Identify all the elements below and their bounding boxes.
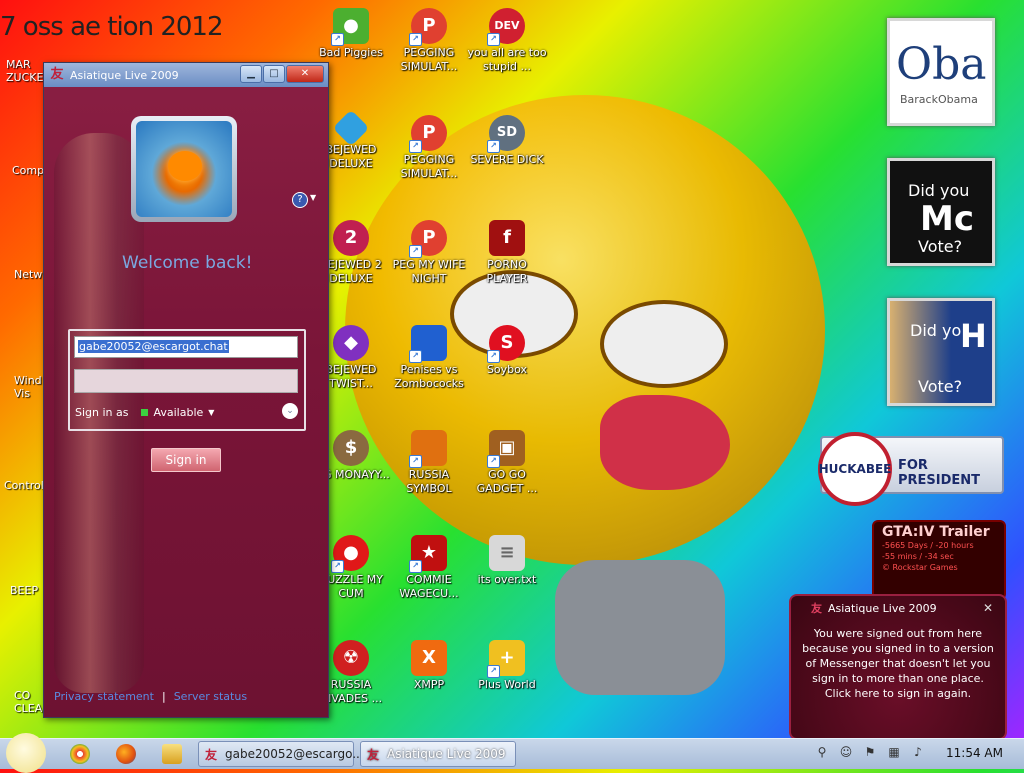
briefcase-icon: ▣ ↗ bbox=[487, 430, 525, 468]
window-titlebar[interactable]: 友 Asiatique Live 2009 ▁ □ ✕ bbox=[44, 63, 328, 87]
minimize-button[interactable]: ▁ bbox=[240, 65, 262, 83]
desktop-icon[interactable]: + ↗ Plus World bbox=[466, 640, 548, 692]
gadget-huckabee[interactable]: HUCKABEE FOR PRESIDENT bbox=[818, 432, 1004, 506]
s-logo-icon: S ↗ bbox=[487, 325, 525, 363]
signout-notification[interactable]: 友 Asiatique Live 2009 ✕ You were signed … bbox=[789, 594, 1007, 740]
xampp-icon: X bbox=[411, 640, 447, 676]
window-title: Asiatique Live 2009 bbox=[70, 68, 179, 82]
chevron-down-icon: ▼ bbox=[208, 408, 215, 417]
notification-title: Asiatique Live 2009 bbox=[828, 601, 937, 615]
volume-icon[interactable]: ♪ bbox=[911, 745, 925, 759]
expand-options-button[interactable]: ⌄ bbox=[282, 403, 298, 419]
chrome-icon[interactable] bbox=[70, 744, 90, 764]
orange-figure-icon: ↗ bbox=[409, 430, 447, 468]
messenger-app-icon: 友 bbox=[811, 602, 822, 615]
desktop-icon-partial[interactable]: MAR ZUCKER bbox=[6, 58, 51, 84]
desktop-icon-partial[interactable]: BEEP bbox=[10, 584, 38, 597]
close-button[interactable]: ✕ bbox=[286, 65, 324, 83]
close-icon[interactable]: ✕ bbox=[983, 601, 993, 615]
taskbar: 友 gabe20052@escargo... 友 Asiatique Live 20… bbox=[0, 733, 1024, 773]
commie-emblem-icon: ★ ↗ bbox=[409, 535, 447, 573]
window-footer: Privacy statement | Server status bbox=[54, 690, 248, 703]
desktop-icon[interactable]: SD ↗ SEVERE DICK bbox=[466, 115, 548, 167]
avatar[interactable] bbox=[131, 116, 237, 222]
blue-book-icon: ↗ bbox=[409, 325, 447, 363]
wallpaper-mascot-tongue bbox=[600, 395, 730, 490]
system-tray: ⚲ ☺ ⚑ ▦ ♪ bbox=[815, 745, 935, 759]
huckabee-seal: HUCKABEE bbox=[818, 432, 892, 506]
desktop-icon[interactable]: ↗ Penises vs Zombococks bbox=[388, 325, 470, 391]
chevron-down-icon[interactable]: ▼ bbox=[310, 193, 316, 202]
desktop-icon[interactable]: DEV ↗ you all are too stupid ... bbox=[466, 8, 548, 74]
desktop-icon[interactable]: f PORNO PLAYER bbox=[466, 220, 548, 286]
desktop-icon[interactable]: P ↗ PEG MY WIFE NIGHT bbox=[388, 220, 470, 286]
desktop-icon-partial[interactable]: Netw bbox=[14, 268, 42, 281]
dev-cpp-icon: DEV ↗ bbox=[487, 8, 525, 46]
gadget-hillary[interactable]: Did yo H Vote? bbox=[887, 298, 995, 406]
privacy-statement-link[interactable]: Privacy statement bbox=[54, 690, 154, 703]
welcome-text: Welcome back! bbox=[122, 253, 253, 273]
wallpaper-mascot-shoe bbox=[555, 560, 725, 695]
taskbar-task[interactable]: 友 Asiatique Live 2009 bbox=[360, 741, 516, 767]
available-status-icon bbox=[140, 409, 148, 416]
diamond-icon bbox=[332, 109, 370, 147]
messenger-app-icon: 友 bbox=[367, 747, 380, 762]
messenger-app-icon: 友 bbox=[205, 747, 218, 762]
folder-icon[interactable] bbox=[162, 744, 182, 764]
desktop-icon[interactable]: X XMPP bbox=[388, 640, 470, 692]
clock[interactable]: 11:54 AM bbox=[946, 746, 1003, 760]
start-button[interactable] bbox=[6, 733, 46, 773]
pig-icon: ● ↗ bbox=[331, 8, 369, 46]
desktop-icon[interactable]: ● ↗ Bad Piggies bbox=[310, 8, 392, 60]
messenger-app-icon: 友 bbox=[50, 67, 64, 82]
desktop-icon-partial[interactable]: Wind Vis bbox=[14, 374, 42, 400]
desktop-icon[interactable]: ★ ↗ COMMIE WAGECU... bbox=[388, 535, 470, 601]
help-icon[interactable]: ? bbox=[292, 192, 308, 208]
text-file-icon: ≡ bbox=[489, 535, 525, 571]
status-selector[interactable]: Sign in as Available ▼ bbox=[75, 406, 214, 419]
emoji-icon[interactable]: ☺ bbox=[839, 745, 853, 759]
desktop-icon-partial[interactable]: Comp bbox=[12, 164, 44, 177]
server-status-link[interactable]: Server status bbox=[174, 690, 247, 703]
bejewed2-icon: 2 bbox=[333, 220, 369, 256]
network-icon[interactable]: ▦ bbox=[887, 745, 901, 759]
money-bag-icon: $ bbox=[333, 430, 369, 466]
p-logo-icon: P ↗ bbox=[409, 115, 447, 153]
p-logo-icon: P ↗ bbox=[409, 8, 447, 46]
red-blob-icon: ● ↗ bbox=[331, 535, 369, 573]
twist-icon: ◆ bbox=[333, 325, 369, 361]
sign-in-button[interactable]: Sign in bbox=[151, 448, 221, 472]
desktop-icon-partial[interactable]: Control bbox=[4, 479, 44, 492]
messenger-window[interactable]: 友 Asiatique Live 2009 ▁ □ ✕ ? ▼ Welcome … bbox=[43, 62, 329, 718]
gear-sd-icon: SD ↗ bbox=[487, 115, 525, 153]
desktop-icon[interactable]: ↗ RUSSIA SYMBOL bbox=[388, 430, 470, 496]
password-field[interactable] bbox=[74, 369, 298, 393]
email-field[interactable]: gabe20052@escargot.chat bbox=[74, 336, 298, 358]
desktop-icon[interactable]: P ↗ PEGGING SIMULAT... bbox=[388, 115, 470, 181]
desktop-icon[interactable]: P ↗ PEGGING SIMULAT... bbox=[388, 8, 470, 74]
wallpaper-text-fragment: 7 oss ae tion 2012 bbox=[0, 12, 223, 42]
search-icon[interactable]: ⚲ bbox=[815, 745, 829, 759]
wallpaper-mascot-eye bbox=[600, 300, 728, 388]
firefox-icon[interactable] bbox=[116, 744, 136, 764]
gadget-gta-countdown[interactable]: GTA:IV Trailer -5665 Days / -20 hours -5… bbox=[872, 520, 1006, 600]
sign-in-panel: gabe20052@escargot.chat Sign in as Avail… bbox=[68, 329, 306, 431]
desktop-icon-partial[interactable]: CO CLEA bbox=[14, 689, 42, 715]
maximize-button[interactable]: □ bbox=[263, 65, 285, 83]
p-logo-icon: P ↗ bbox=[409, 220, 447, 258]
gadget-obama[interactable]: Oba BarackObama bbox=[887, 18, 995, 126]
desktop-icon[interactable]: ▣ ↗ GO GO GADGET ... bbox=[466, 430, 548, 496]
radiation-icon: ☢ bbox=[333, 640, 369, 676]
flag-icon[interactable]: ⚑ bbox=[863, 745, 877, 759]
desktop-icon[interactable]: S ↗ Soybox bbox=[466, 325, 548, 377]
plus-world-icon: + ↗ bbox=[487, 640, 525, 678]
desktop-icon[interactable]: ≡ its over.txt bbox=[466, 535, 548, 587]
gadget-mccain[interactable]: Did you Mc Vote? bbox=[887, 158, 995, 266]
notification-message[interactable]: You were signed out from here because yo… bbox=[791, 620, 1005, 701]
taskbar-task[interactable]: 友 gabe20052@escargo... bbox=[198, 741, 364, 767]
flash-icon: f bbox=[489, 220, 525, 256]
goldfish-picture bbox=[136, 121, 232, 217]
